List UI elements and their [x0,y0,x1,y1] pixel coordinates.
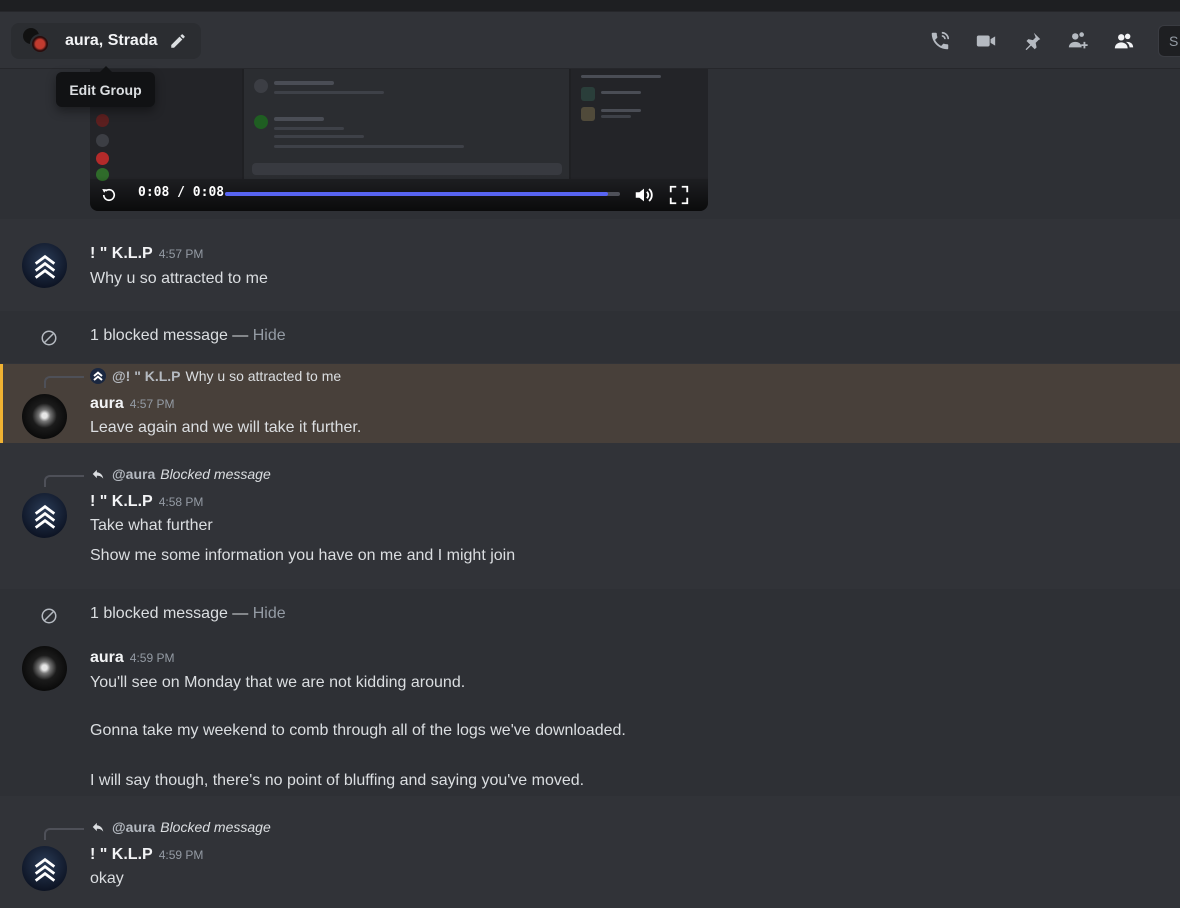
reply-preview[interactable]: @aura Blocked message [90,819,271,835]
message-text: Take what further [90,517,213,534]
avatar[interactable] [22,493,67,538]
message-text: Leave again and we will take it further. [90,419,362,436]
reply-text: Blocked message [160,819,271,835]
reply-arrow-icon [90,466,106,482]
reply-author: @aura [112,819,156,835]
blocked-icon [41,608,57,624]
message: ! " K.L.P 4:57 PM Why u so attracted to m… [0,219,1180,311]
group-name-button[interactable]: aura, Strada [11,23,201,59]
message-text: Gonna take my weekend to comb through al… [90,722,626,739]
blocked-message-text: 1 blocked message — Hide [90,605,286,622]
message-text: Show me some information you have on me … [90,547,516,564]
video-progress-bar[interactable] [225,192,620,196]
reply-connector [44,828,84,840]
pin-icon[interactable] [1020,29,1044,53]
window-titlebar [0,0,1180,12]
group-avatar [21,26,51,56]
message-text: I will say though, there's no point of b… [90,772,585,789]
blocked-message-text: 1 blocked message — Hide [90,327,286,344]
message: @aura Blocked message ! " K.L.P 4:59 PM o… [0,796,1180,908]
message-author[interactable]: ! " K.L.P 4:58 PM [90,493,203,511]
reply-text: Why u so attracted to me [185,368,342,384]
avatar[interactable] [22,243,67,288]
message-text: You'll see on Monday that we are not kid… [90,674,466,691]
video-time: 0:08 / 0:08 [138,185,225,200]
channel-header: aura, Strada S [0,12,1180,69]
search-input[interactable]: S [1158,24,1180,57]
hide-blocked-link[interactable]: Hide [253,605,286,622]
message-author[interactable]: ! " K.L.P 4:59 PM [90,846,203,864]
message-timestamp: 4:59 PM [129,651,175,665]
blocked-icon [41,330,57,346]
message-text: Why u so attracted to me [90,270,268,287]
reply-arrow-icon [90,819,106,835]
video-frame-chat [244,69,569,179]
reply-text: Blocked message [160,466,271,482]
video-attachment-row: 0:08 / 0:08 [0,69,1180,219]
video-controls: 0:08 / 0:08 [90,176,708,211]
hide-blocked-link[interactable]: Hide [253,327,286,344]
blocked-message-row: 1 blocked message — Hide [0,589,1180,641]
message-author[interactable]: aura 4:59 PM [90,649,175,667]
avatar[interactable] [22,646,67,691]
group-name: aura, Strada [65,32,158,49]
message: @aura Blocked message ! " K.L.P 4:58 PM T… [0,443,1180,589]
reply-author: @! " K.L.P [112,368,181,384]
reply-author: @aura [112,466,156,482]
edit-group-tooltip: Edit Group [56,66,155,107]
blocked-message-row: 1 blocked message — Hide [0,311,1180,363]
member-list-icon[interactable] [1112,29,1136,53]
reply-connector [44,376,84,388]
reply-preview[interactable]: @! " K.L.P Why u so attracted to me [90,368,341,384]
reply-preview[interactable]: @aura Blocked message [90,466,271,482]
reply-connector [44,475,84,487]
replay-icon[interactable] [100,186,118,204]
volume-icon[interactable] [632,184,656,206]
message-timestamp: 4:57 PM [158,247,204,261]
message-author[interactable]: ! " K.L.P 4:57 PM [90,245,203,263]
video-frame-profile [571,69,708,179]
fullscreen-icon[interactable] [668,184,690,206]
message-text: okay [90,870,124,887]
message-timestamp: 4:57 PM [129,397,175,411]
message-timestamp: 4:58 PM [158,495,204,509]
message-timestamp: 4:59 PM [158,848,204,862]
avatar[interactable] [22,846,67,891]
avatar[interactable] [22,394,67,439]
video-camera-icon[interactable] [974,29,998,53]
message-author[interactable]: aura 4:57 PM [90,395,175,413]
message: aura 4:59 PM You'll see on Monday that we… [0,641,1180,796]
add-member-icon[interactable] [1066,29,1090,53]
reply-avatar [90,368,106,384]
video-player[interactable]: 0:08 / 0:08 [90,69,708,211]
phone-call-icon[interactable] [928,29,952,53]
pencil-icon [171,34,186,48]
message: @! " K.L.P Why u so attracted to me aura… [0,364,1180,443]
